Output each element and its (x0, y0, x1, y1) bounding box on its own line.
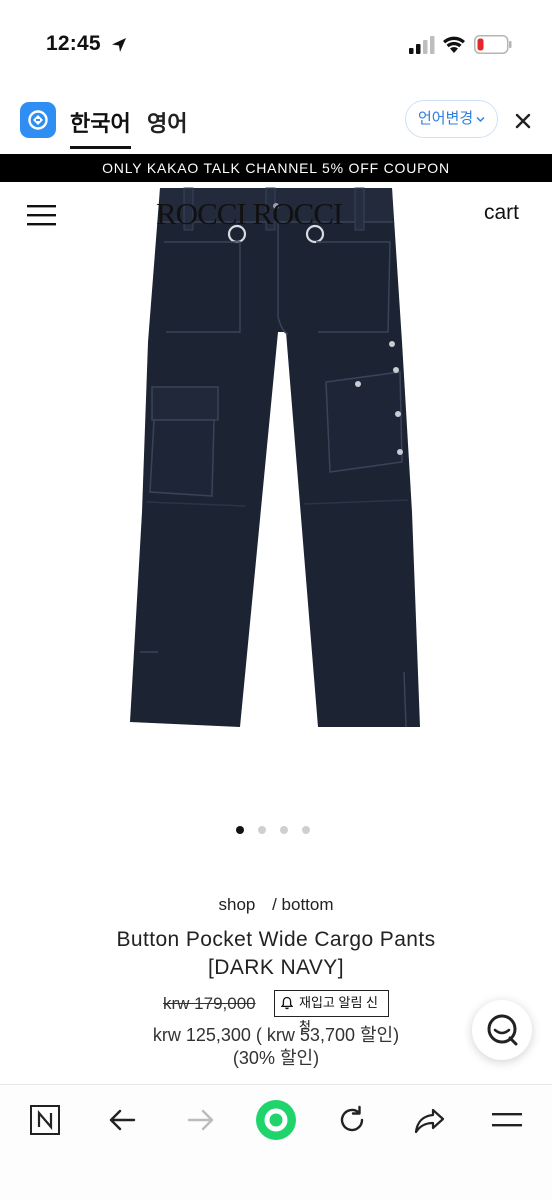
status-time: 12:45 (46, 32, 101, 55)
change-language-button[interactable]: 언어변경 (405, 100, 498, 138)
menu-icon[interactable] (490, 1103, 524, 1137)
breadcrumb: shop / bottom (0, 895, 552, 915)
chat-button[interactable] (472, 1000, 532, 1060)
brand-logo[interactable]: ROCCI ROCCI (156, 196, 398, 232)
breadcrumb-category[interactable]: / bottom (272, 895, 333, 914)
close-icon[interactable] (512, 110, 534, 132)
location-arrow-icon (112, 38, 126, 52)
translate-app-logo-icon (20, 102, 56, 138)
chevron-down-icon (476, 116, 485, 123)
product-title-line1: Button Pocket Wide Cargo Pants (116, 928, 436, 951)
discount-percent: (30% 할인) (232, 1048, 320, 1068)
cellular-signal-icon (409, 36, 435, 54)
source-language-tab[interactable]: 한국어 (70, 106, 131, 149)
price-row: krw 179,000 재입고 알림 신청 (0, 990, 552, 1034)
green-home-circle-icon[interactable] (255, 1099, 297, 1141)
status-bar: 12:45 (0, 0, 552, 88)
chat-bubble-icon (487, 1014, 518, 1046)
restock-alert-button[interactable]: 재입고 알림 신청 (274, 990, 389, 1034)
carousel-dot[interactable] (258, 826, 266, 834)
carousel-dot[interactable] (280, 826, 288, 834)
change-language-label: 언어변경 (418, 110, 474, 127)
translate-bar: 한국어 영어 언어변경 (0, 88, 552, 154)
share-icon[interactable] (412, 1103, 446, 1137)
cart-link[interactable]: cart (484, 201, 519, 225)
hamburger-menu-icon[interactable] (27, 204, 56, 226)
bell-icon (281, 996, 293, 1010)
browser-toolbar (0, 1084, 552, 1200)
product-image[interactable] (100, 182, 452, 742)
naver-home-icon[interactable] (28, 1103, 62, 1137)
product-title-line2: [DARK NAVY] (208, 956, 344, 979)
original-price: krw 179,000 (163, 994, 256, 1013)
wifi-icon (443, 36, 465, 53)
forward-arrow-icon[interactable] (183, 1103, 217, 1137)
carousel-dot[interactable] (302, 826, 310, 834)
back-arrow-icon[interactable] (106, 1103, 140, 1137)
promo-banner[interactable]: ONLY KAKAO TALK CHANNEL 5% OFF COUPON (0, 154, 552, 182)
target-language-tab[interactable]: 영어 (147, 106, 187, 138)
breadcrumb-shop[interactable]: shop (218, 895, 255, 914)
carousel-dots (236, 826, 310, 834)
product-title: Button Pocket Wide Cargo Pants [DARK NAV… (60, 926, 492, 982)
reload-icon[interactable] (335, 1103, 369, 1137)
battery-low-icon (474, 35, 512, 54)
carousel-dot[interactable] (236, 826, 244, 834)
